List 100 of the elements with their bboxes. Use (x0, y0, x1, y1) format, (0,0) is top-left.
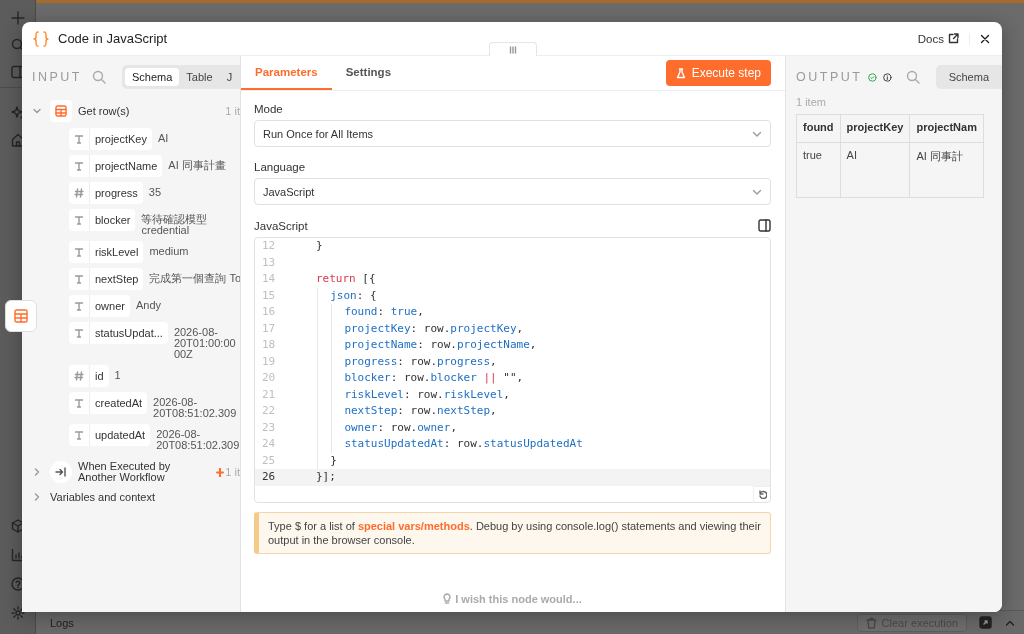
field-value: medium (149, 244, 189, 257)
field-value: 2026-08- 20T08:51:02.309 (153, 395, 237, 419)
table-cell: AI (840, 142, 910, 198)
field-pill[interactable]: blocker (69, 209, 136, 231)
code-line: projectKey: row.projectKey, (344, 320, 524, 337)
home-icon (10, 133, 25, 147)
trash-icon (865, 616, 877, 629)
docs-link[interactable]: Docs (917, 32, 970, 45)
code-line: owner: row.owner, (344, 419, 457, 436)
column-header: projectKey (840, 114, 910, 143)
node-name[interactable]: Get row(s) (78, 105, 220, 117)
table-icon (55, 105, 67, 117)
field-pill[interactable]: owner (69, 295, 130, 317)
item-count: 1 it (225, 466, 240, 478)
code-line: progress: row.progress, (344, 353, 497, 370)
field-pill[interactable]: statusUpdat... (69, 322, 168, 344)
table-cell: true (796, 142, 841, 198)
variables-section[interactable]: Variables and context (50, 491, 155, 503)
line-number: 19 (261, 353, 277, 370)
flask-icon (675, 67, 686, 79)
output-label: OUTPUT (796, 70, 863, 84)
undo-icon (757, 490, 767, 499)
field-pill[interactable]: nextStep (69, 268, 144, 290)
line-number: 16 (261, 304, 277, 320)
column-header: projectNam (909, 114, 984, 143)
search-icon (92, 70, 106, 84)
code-line: blocker: row.blocker || "", (344, 370, 524, 386)
info-icon (883, 70, 892, 84)
text-type-icon (74, 134, 84, 144)
table-cell: AI 同事計 (909, 142, 984, 198)
field-label: Mode (254, 103, 284, 115)
field-value: 1 (114, 368, 121, 381)
field-pill[interactable]: createdAt (69, 392, 148, 414)
code-line: projectName: row.projectName, (344, 337, 537, 353)
text-type-icon (74, 215, 84, 225)
select-field[interactable]: JavaScript (254, 178, 771, 205)
field-value: 2026-08- 20T08:51:02.309 (156, 427, 240, 451)
line-number: 20 (261, 370, 277, 386)
input-label: INPUT (32, 70, 82, 84)
panel-tab[interactable]: Settings (331, 56, 406, 90)
view-tab[interactable]: Table (179, 68, 220, 86)
code-line: statusUpdatedAt: row.statusUpdatedAt (344, 436, 583, 452)
settings-icon (10, 606, 25, 620)
line-number: 25 (261, 452, 277, 469)
field-label: Language (254, 161, 307, 173)
field-value: AI (158, 131, 169, 144)
item-count: 1 it (225, 105, 240, 117)
logs-label: Logs (50, 616, 75, 629)
code-line: found: true, (344, 304, 424, 320)
help-icon (10, 577, 25, 591)
arrow-into-bracket-icon (55, 466, 67, 478)
text-type-icon (74, 274, 84, 284)
line-number: 14 (261, 271, 277, 287)
view-tab[interactable]: J (219, 68, 240, 86)
close-icon (980, 33, 990, 44)
select-field[interactable]: Run Once for All Items (254, 120, 771, 147)
line-number: 23 (261, 419, 277, 436)
text-type-icon (74, 328, 84, 338)
field-pill[interactable]: updatedAt (69, 424, 151, 446)
line-number: 13 (261, 254, 277, 271)
code-line: }]; (316, 469, 336, 485)
field-pill[interactable]: progress (69, 182, 143, 204)
node-name[interactable]: When Executed by Another Workflow (78, 461, 211, 483)
drag-handle-icon (509, 45, 517, 54)
window-title: Code in JavaScript (58, 31, 169, 46)
table-view-button[interactable] (5, 300, 37, 332)
code-line: return [{ (316, 271, 376, 287)
plus-icon (10, 11, 25, 25)
external-link-icon (948, 33, 959, 44)
field-pill[interactable]: projectKey (69, 128, 152, 150)
code-line: nextStep: row.nextStep, (344, 403, 497, 419)
side-panel-icon (758, 219, 771, 232)
line-number: 26 (261, 469, 277, 485)
field-value: Andy (135, 298, 162, 311)
line-number: 21 (261, 386, 277, 403)
text-type-icon (74, 247, 84, 257)
lightbulb-icon (443, 593, 452, 604)
field-pill[interactable]: projectName (69, 155, 163, 177)
field-value: AI 同事計畫 (168, 158, 226, 171)
text-type-icon (74, 398, 84, 408)
code-line: riskLevel: row.riskLevel, (344, 386, 510, 403)
cube-icon (10, 519, 25, 533)
line-number: 18 (261, 337, 277, 353)
view-tab[interactable]: Schema (125, 68, 180, 86)
code-editor[interactable] (254, 237, 771, 503)
field-pill[interactable]: riskLevel (69, 241, 144, 263)
code-line: } (330, 452, 337, 469)
field-pill[interactable]: id (69, 365, 109, 387)
field-value: 35 (148, 185, 162, 198)
field-value: 2026-08- 20T01:00:00 00Z (173, 325, 236, 360)
code-line: } (316, 238, 323, 254)
text-type-icon (74, 430, 84, 440)
field-label: JavaScript (254, 219, 308, 232)
field-value: 等待確認模型 credential (141, 212, 208, 236)
chevron-down-icon (32, 106, 42, 116)
line-number: 24 (261, 436, 277, 452)
search-icon (905, 70, 920, 84)
number-type-icon (74, 371, 84, 381)
text-type-icon (74, 301, 84, 311)
hint-text: Type $ for a list of special vars/methods. Debug by using console.log() statements and viewing their output in the browser console. (254, 511, 771, 554)
